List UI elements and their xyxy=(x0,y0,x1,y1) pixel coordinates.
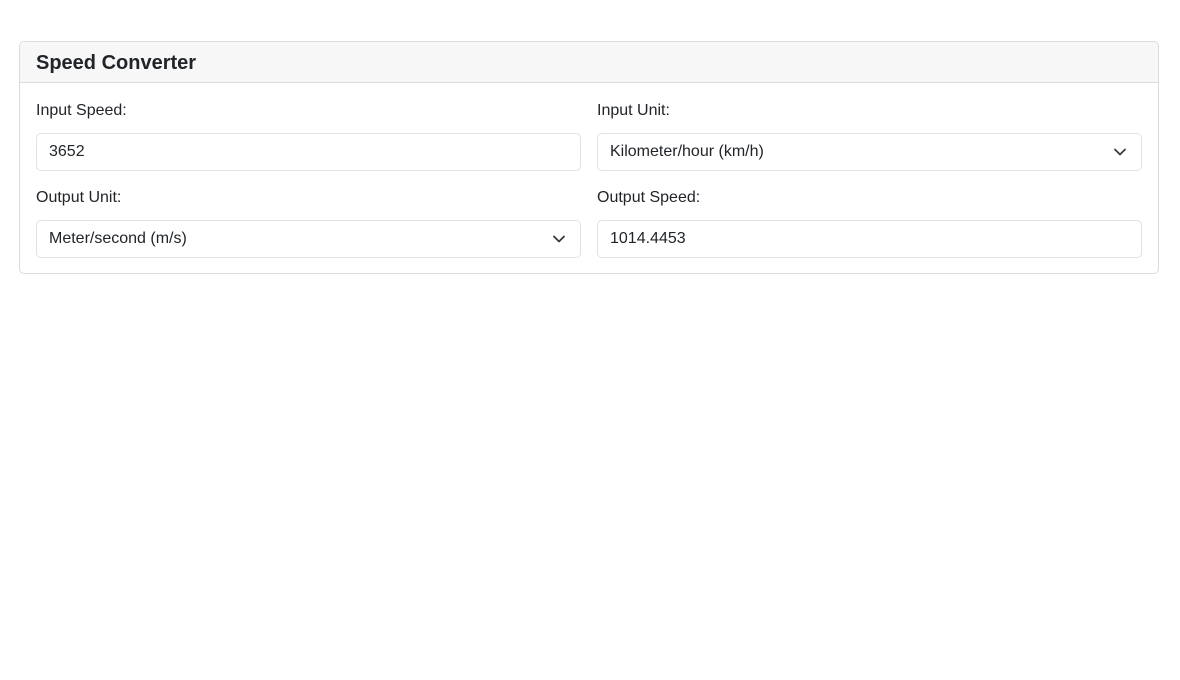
output-unit-selected: Meter/second (m/s) xyxy=(49,230,187,247)
output-unit-group: Output Unit: Meter/second (m/s) xyxy=(36,188,581,258)
input-speed-group: Input Speed: 3652 xyxy=(36,101,581,171)
card-body: Input Speed: 3652 Input Unit: Kilometer/… xyxy=(20,83,1158,273)
output-speed-group: Output Speed: 1014.4453 xyxy=(597,188,1142,258)
input-speed-value: 3652 xyxy=(49,143,85,160)
input-unit-select[interactable]: Kilometer/hour (km/h) xyxy=(597,133,1142,171)
input-unit-label: Input Unit: xyxy=(597,102,670,119)
output-unit-label: Output Unit: xyxy=(36,189,122,206)
output-speed-label: Output Speed: xyxy=(597,189,701,206)
card-header: Speed Converter xyxy=(20,42,1158,83)
speed-converter-card: Speed Converter Input Speed: 3652 Input … xyxy=(19,41,1159,274)
input-speed-label: Input Speed: xyxy=(36,102,127,119)
form-row-1: Input Speed: 3652 Input Unit: Kilometer/… xyxy=(36,101,1142,171)
form-row-2: Output Unit: Meter/second (m/s) Output S… xyxy=(36,188,1142,258)
output-speed-value: 1014.4453 xyxy=(610,230,686,247)
card-title: Speed Converter xyxy=(36,52,197,74)
input-unit-group: Input Unit: Kilometer/hour (km/h) xyxy=(597,101,1142,171)
input-unit-selected: Kilometer/hour (km/h) xyxy=(610,143,764,160)
chevron-down-icon xyxy=(1114,148,1126,156)
input-speed-field[interactable]: 3652 xyxy=(36,133,581,171)
chevron-down-icon xyxy=(553,235,565,243)
output-unit-select[interactable]: Meter/second (m/s) xyxy=(36,220,581,258)
output-speed-field[interactable]: 1014.4453 xyxy=(597,220,1142,258)
